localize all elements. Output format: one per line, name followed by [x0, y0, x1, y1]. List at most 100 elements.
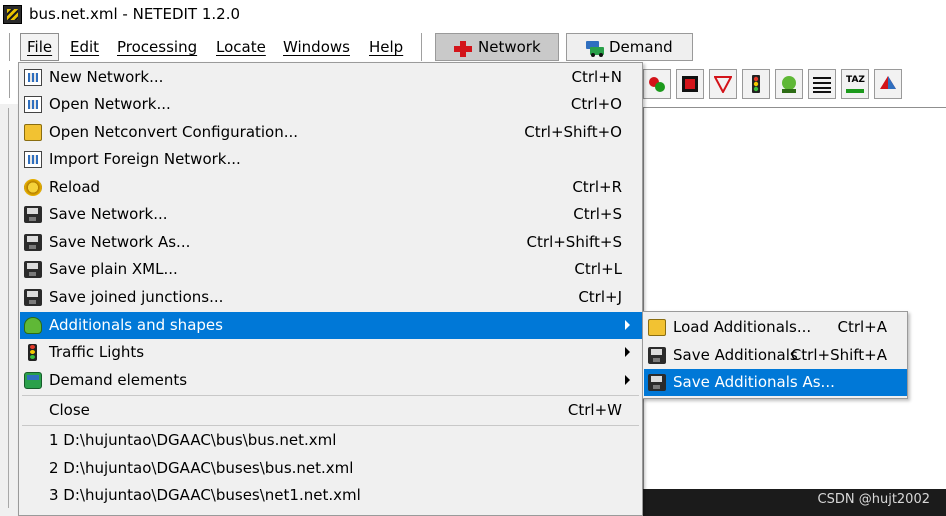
menu-item-shortcut: Ctrl+Shift+A — [790, 346, 887, 364]
menu-traffic-lights[interactable]: Traffic Lights — [20, 339, 642, 366]
menu-item-label: Save joined junctions... — [49, 288, 224, 306]
recent-file-label: 2 D:\hujuntao\DGAAC\buses\bus.net.xml — [49, 459, 354, 477]
menu-reload[interactable]: Reload Ctrl+R — [20, 174, 642, 201]
lane-icon — [681, 75, 699, 93]
additionals-icon — [24, 317, 42, 334]
menu-import-foreign-network[interactable]: Import Foreign Network... — [20, 146, 642, 173]
taz-label: TAZ — [846, 75, 865, 85]
recent-file-label: 3 D:\hujuntao\DGAAC\buses\net1.net.xml — [49, 486, 361, 504]
menu-item-label: Traffic Lights — [49, 343, 145, 361]
menu-load-additionals[interactable]: Load Additionals... Ctrl+A — [644, 314, 907, 341]
menu-save-joined-junctions[interactable]: Save joined junctions... Ctrl+J — [20, 284, 642, 311]
window-title: bus.net.xml - NETEDIT 1.2.0 — [29, 5, 241, 23]
menu-help[interactable]: Help — [363, 33, 409, 61]
demand-mode-icon — [585, 39, 604, 57]
menu-open-netconvert-config[interactable]: Open Netconvert Configuration... Ctrl+Sh… — [20, 119, 642, 146]
menu-locate[interactable]: Locate — [210, 33, 272, 61]
menu-item-label: Load Additionals... — [673, 318, 812, 336]
menu-item-shortcut: Ctrl+Shift+S — [526, 233, 622, 251]
demand-mode-label: Demand — [609, 38, 673, 56]
menu-item-label: Reload — [49, 178, 101, 196]
junction-tool-button[interactable] — [643, 69, 671, 99]
menu-item-label: Open Network... — [49, 95, 171, 113]
menu-item-shortcut: Ctrl+S — [573, 205, 622, 223]
menu-bar: File Edit Processing Locate Windows Help… — [0, 30, 946, 64]
recent-file-label: 1 D:\hujuntao\DGAAC\bus\bus.net.xml — [49, 431, 337, 449]
menu-windows[interactable]: Windows — [277, 33, 356, 61]
network-mode-label: Network — [478, 38, 541, 56]
left-panel-frame — [0, 104, 20, 516]
menu-processing[interactable]: Processing — [111, 33, 203, 61]
additionals-submenu: Load Additionals... Ctrl+A Save Addition… — [642, 311, 908, 399]
submenu-arrow-icon — [625, 375, 630, 385]
traffic-light-icon — [747, 75, 765, 93]
menu-item-label: Save Additionals — [673, 346, 798, 364]
menu-file[interactable]: File — [20, 33, 60, 61]
menu-item-label: Import Foreign Network... — [49, 150, 241, 168]
menu-item-label: Close — [49, 401, 90, 419]
menu-save-plain-xml[interactable]: Save plain XML... Ctrl+L — [20, 256, 642, 283]
save-icon — [24, 289, 42, 306]
traffic-light-icon — [28, 344, 37, 361]
import-network-icon — [24, 151, 42, 168]
network-mode-icon — [454, 39, 472, 57]
menu-item-shortcut: Ctrl+W — [567, 401, 622, 419]
taz-tool-button[interactable]: TAZ — [841, 69, 869, 99]
prohibition-icon — [713, 75, 733, 95]
menu-item-shortcut: Ctrl+R — [572, 178, 622, 196]
menu-recent-file-3[interactable]: 3 D:\hujuntao\DGAAC\buses\net1.net.xml — [20, 482, 642, 509]
polygon-tool-button[interactable] — [874, 69, 902, 99]
save-icon — [24, 261, 42, 278]
menu-recent-file-2[interactable]: 2 D:\hujuntao\DGAAC\buses\bus.net.xml — [20, 455, 642, 482]
menu-item-label: Save Network As... — [49, 233, 191, 251]
prohibition-tool-button[interactable] — [709, 69, 737, 99]
open-network-icon — [24, 96, 42, 113]
junction-icon — [648, 75, 666, 93]
menu-item-shortcut: Ctrl+N — [571, 68, 622, 86]
menu-item-label: Save Additionals As... — [673, 373, 835, 391]
menu-separator — [22, 395, 639, 396]
submenu-arrow-icon — [625, 320, 630, 330]
additional-tool-button[interactable] — [775, 69, 803, 99]
menu-open-network[interactable]: Open Network... Ctrl+O — [20, 91, 642, 118]
menu-edit[interactable]: Edit — [64, 33, 105, 61]
polygon-icon — [879, 75, 897, 93]
menu-additionals-and-shapes[interactable]: Additionals and shapes — [20, 312, 642, 339]
demand-icon — [24, 372, 42, 389]
menu-item-shortcut: Ctrl+J — [578, 288, 622, 306]
menu-item-label: Open Netconvert Configuration... — [49, 123, 299, 141]
menu-close[interactable]: Close Ctrl+W — [20, 397, 642, 424]
network-canvas[interactable] — [643, 107, 946, 489]
network-mode-button[interactable]: Network — [435, 33, 559, 61]
menu-item-shortcut: Ctrl+A — [837, 318, 887, 336]
menu-save-network-as[interactable]: Save Network As... Ctrl+Shift+S — [20, 229, 642, 256]
menu-item-label: Demand elements — [49, 371, 188, 389]
menu-new-network[interactable]: New Network... Ctrl+N — [20, 64, 642, 91]
title-bar: bus.net.xml - NETEDIT 1.2.0 — [0, 0, 946, 30]
menu-recent-file-1[interactable]: 1 D:\hujuntao\DGAAC\bus\bus.net.xml — [20, 427, 642, 454]
watermark-text: CSDN @hujt2002 — [817, 492, 930, 507]
menu-demand-elements[interactable]: Demand elements — [20, 367, 642, 394]
menu-item-label: Save plain XML... — [49, 260, 178, 278]
additional-icon — [780, 75, 798, 93]
demand-mode-button[interactable]: Demand — [566, 33, 693, 61]
menu-item-shortcut: Ctrl+Shift+O — [524, 123, 622, 141]
menu-item-label: Save Network... — [49, 205, 168, 223]
save-icon — [648, 347, 666, 364]
menu-item-shortcut: Ctrl+L — [574, 260, 622, 278]
modes-grip[interactable] — [421, 33, 424, 61]
lane-tool-button[interactable] — [676, 69, 704, 99]
menu-item-label: New Network... — [49, 68, 164, 86]
save-icon — [24, 206, 42, 223]
menu-save-additionals-as[interactable]: Save Additionals As... — [644, 369, 907, 396]
menu-save-additionals[interactable]: Save Additionals Ctrl+Shift+A — [644, 342, 907, 369]
menu-save-network[interactable]: Save Network... Ctrl+S — [20, 201, 642, 228]
taz-icon: TAZ — [846, 75, 865, 93]
wire-tool-button[interactable] — [808, 69, 836, 99]
toolbar-grip[interactable] — [9, 70, 12, 98]
submenu-arrow-icon — [625, 347, 630, 357]
traffic-light-tool-button[interactable] — [742, 69, 770, 99]
wire-icon — [813, 75, 831, 93]
menubar-grip[interactable] — [9, 33, 12, 61]
save-icon — [648, 374, 666, 391]
